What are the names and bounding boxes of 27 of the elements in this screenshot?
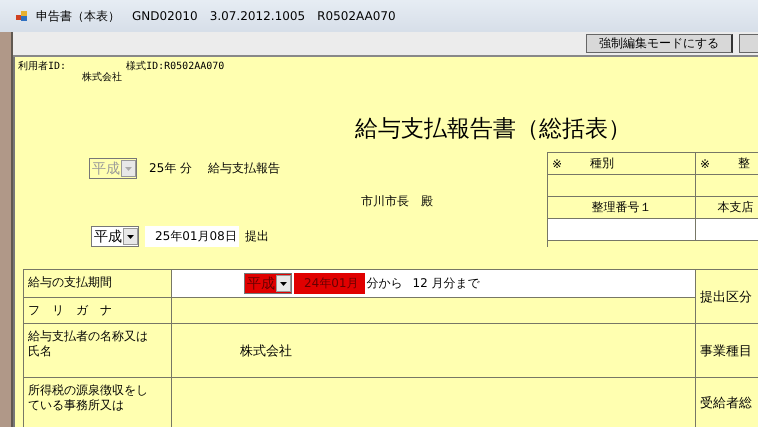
toolbar-button[interactable]: [739, 34, 758, 53]
date-field[interactable]: 25年01月08日: [145, 226, 239, 247]
era-dropdown[interactable]: 平成: [91, 226, 139, 247]
row-label: 提出区分: [696, 270, 758, 324]
window-title: 申告書（本表） GND02010 3.07.2012.1005 R0502AA070: [36, 8, 396, 24]
table-header: ※ 種別: [548, 153, 696, 175]
row-label: フ リ ガ ナ: [24, 298, 172, 324]
row-label: 所得税の源泉徴収をしている事務所又は: [24, 378, 172, 427]
field-value: 株式会社: [240, 342, 292, 360]
addressee: 市川市長 殿: [361, 193, 434, 210]
period-from-text: 分から: [366, 275, 403, 292]
input-field[interactable]: [548, 219, 696, 241]
form-id: 様式ID:R0502AA070: [126, 61, 224, 72]
app-icon: [16, 10, 28, 22]
table-header: ※ 整: [696, 153, 758, 175]
submit-suffix: 提出: [244, 228, 269, 245]
input-field[interactable]: [696, 219, 758, 241]
user-id-label: 利用者ID:: [18, 61, 66, 72]
document-title: 給与支払報告書（総括表）: [355, 115, 632, 144]
row-label: 給与支払者の名称又は氏名: [24, 324, 172, 378]
period-to-text: 12 月分まで: [412, 275, 480, 292]
row-label: 受給者総: [696, 378, 758, 427]
company-name: 株式会社: [82, 72, 122, 83]
report-caption: 給与支払報告: [208, 160, 280, 177]
edit-mode-button[interactable]: 強制編集モードにする: [586, 34, 733, 53]
row-label: 事業種目: [696, 324, 758, 378]
year-text: 25年 分: [149, 160, 192, 177]
